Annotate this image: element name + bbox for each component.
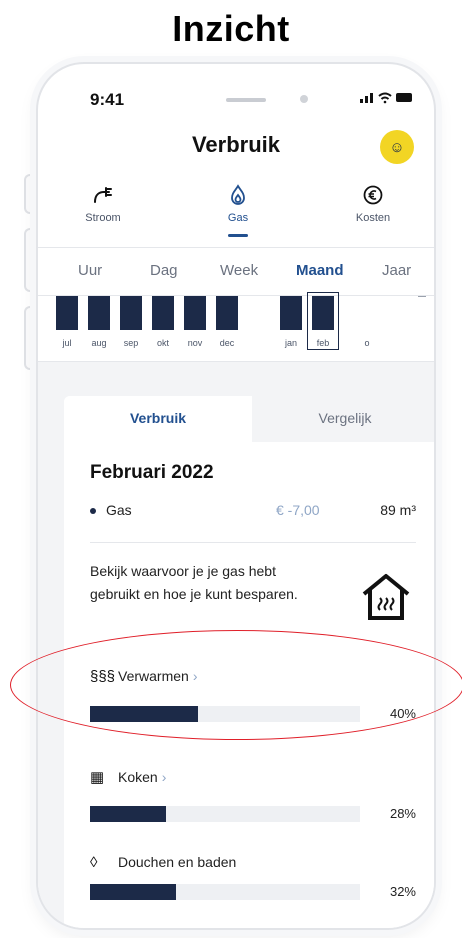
- phone-frame: 9:41 Verbruik ☺ Stroom Gas Kosten Uur Da…: [36, 62, 436, 930]
- category-label: Douchen en baden: [118, 854, 237, 870]
- tab-verbruik[interactable]: Verbruik: [64, 396, 252, 442]
- avatar-icon: ☺: [389, 138, 405, 156]
- chart-month-label: aug: [91, 338, 107, 348]
- plug-icon: [48, 184, 158, 212]
- signal-wifi-battery-icon: [360, 92, 412, 104]
- tab-vergelijk[interactable]: Vergelijk: [252, 396, 434, 442]
- app-title: Verbruik: [191, 132, 281, 157]
- progress-fill: [90, 884, 177, 900]
- chart-bar-dec[interactable]: [216, 296, 238, 330]
- monthly-bar-chart[interactable]: jul aug sep okt nov dec jan feb o: [38, 292, 434, 362]
- gas-cost: € -7,00: [276, 502, 320, 518]
- chart-bar-sep[interactable]: [120, 296, 142, 330]
- tab-week[interactable]: Week: [220, 262, 258, 279]
- category-percent: 28%: [389, 806, 416, 821]
- info-text: Bekijk waarvoor je je gas hebt gebruikt …: [90, 563, 298, 602]
- camera-dot: [300, 95, 308, 103]
- chart-axis-tick: [418, 296, 426, 297]
- chart-bar-nov[interactable]: [184, 296, 206, 330]
- chart-month-label: okt: [156, 338, 169, 348]
- highlight-ellipse: [10, 630, 462, 740]
- month-title: Februari 2022: [90, 462, 214, 483]
- stove-icon: ▦: [90, 769, 105, 786]
- progress-track: [90, 884, 360, 900]
- gas-bullet: [90, 508, 96, 515]
- chart-month-label: jan: [284, 338, 297, 348]
- chart-month-label: nov: [187, 338, 203, 348]
- category-percent: 32%: [389, 884, 416, 899]
- category-label: Koken: [118, 769, 158, 785]
- tab-stroom[interactable]: Stroom: [48, 184, 158, 224]
- gas-label: Gas: [106, 502, 132, 518]
- gas-summary-row: Gas € -7,00 89 m³: [90, 502, 416, 518]
- app-bar: Verbruik ☺: [38, 126, 434, 166]
- progress-track: [90, 806, 360, 822]
- status-icons: [360, 90, 414, 107]
- speaker-notch: [226, 98, 266, 102]
- tab-dag[interactable]: Dag: [150, 262, 178, 279]
- divider: [90, 542, 416, 543]
- tab-gas-label: Gas: [227, 212, 249, 224]
- tab-gas-underline: [228, 234, 248, 237]
- progress-fill: [90, 806, 166, 822]
- status-time: 9:41: [90, 90, 125, 109]
- chevron-right-icon: ›: [161, 769, 167, 785]
- tab-gas[interactable]: Gas: [183, 184, 293, 237]
- tab-jaar[interactable]: Jaar: [382, 262, 411, 279]
- chart-month-label: feb: [316, 338, 330, 348]
- category-douchen: ◊ Douchen en baden 32%: [90, 854, 416, 900]
- status-bar: 9:41: [38, 88, 434, 112]
- gas-volume: 89 m³: [380, 502, 416, 518]
- chart-bar-okt[interactable]: [152, 296, 174, 330]
- chart-month-label: sep: [123, 338, 139, 348]
- category-koken[interactable]: ▦ Koken › 28%: [90, 768, 416, 822]
- chart-bar-aug[interactable]: [88, 296, 110, 330]
- flame-icon: [183, 184, 293, 212]
- avatar-button[interactable]: ☺: [380, 130, 414, 164]
- euro-icon: [318, 184, 428, 212]
- period-tabs: Uur Dag Week Maand Jaar: [38, 252, 434, 296]
- tab-kosten[interactable]: Kosten: [318, 184, 428, 224]
- tab-kosten-label: Kosten: [355, 212, 391, 224]
- energy-tabs: Stroom Gas Kosten: [38, 184, 434, 248]
- chart-month-label: dec: [219, 338, 235, 348]
- tab-stroom-label: Stroom: [85, 212, 121, 224]
- chart-month-label: jul: [62, 338, 72, 348]
- house-heating-icon: [360, 572, 412, 622]
- page-heading: Inzicht: [172, 8, 290, 49]
- tab-uur[interactable]: Uur: [78, 262, 102, 279]
- tab-maand[interactable]: Maand: [296, 262, 344, 279]
- chart-bar-jul[interactable]: [56, 296, 78, 330]
- chart-month-label: o: [364, 338, 370, 348]
- chart-bar-jan[interactable]: [280, 296, 302, 330]
- shower-drop-icon: ◊: [90, 854, 98, 871]
